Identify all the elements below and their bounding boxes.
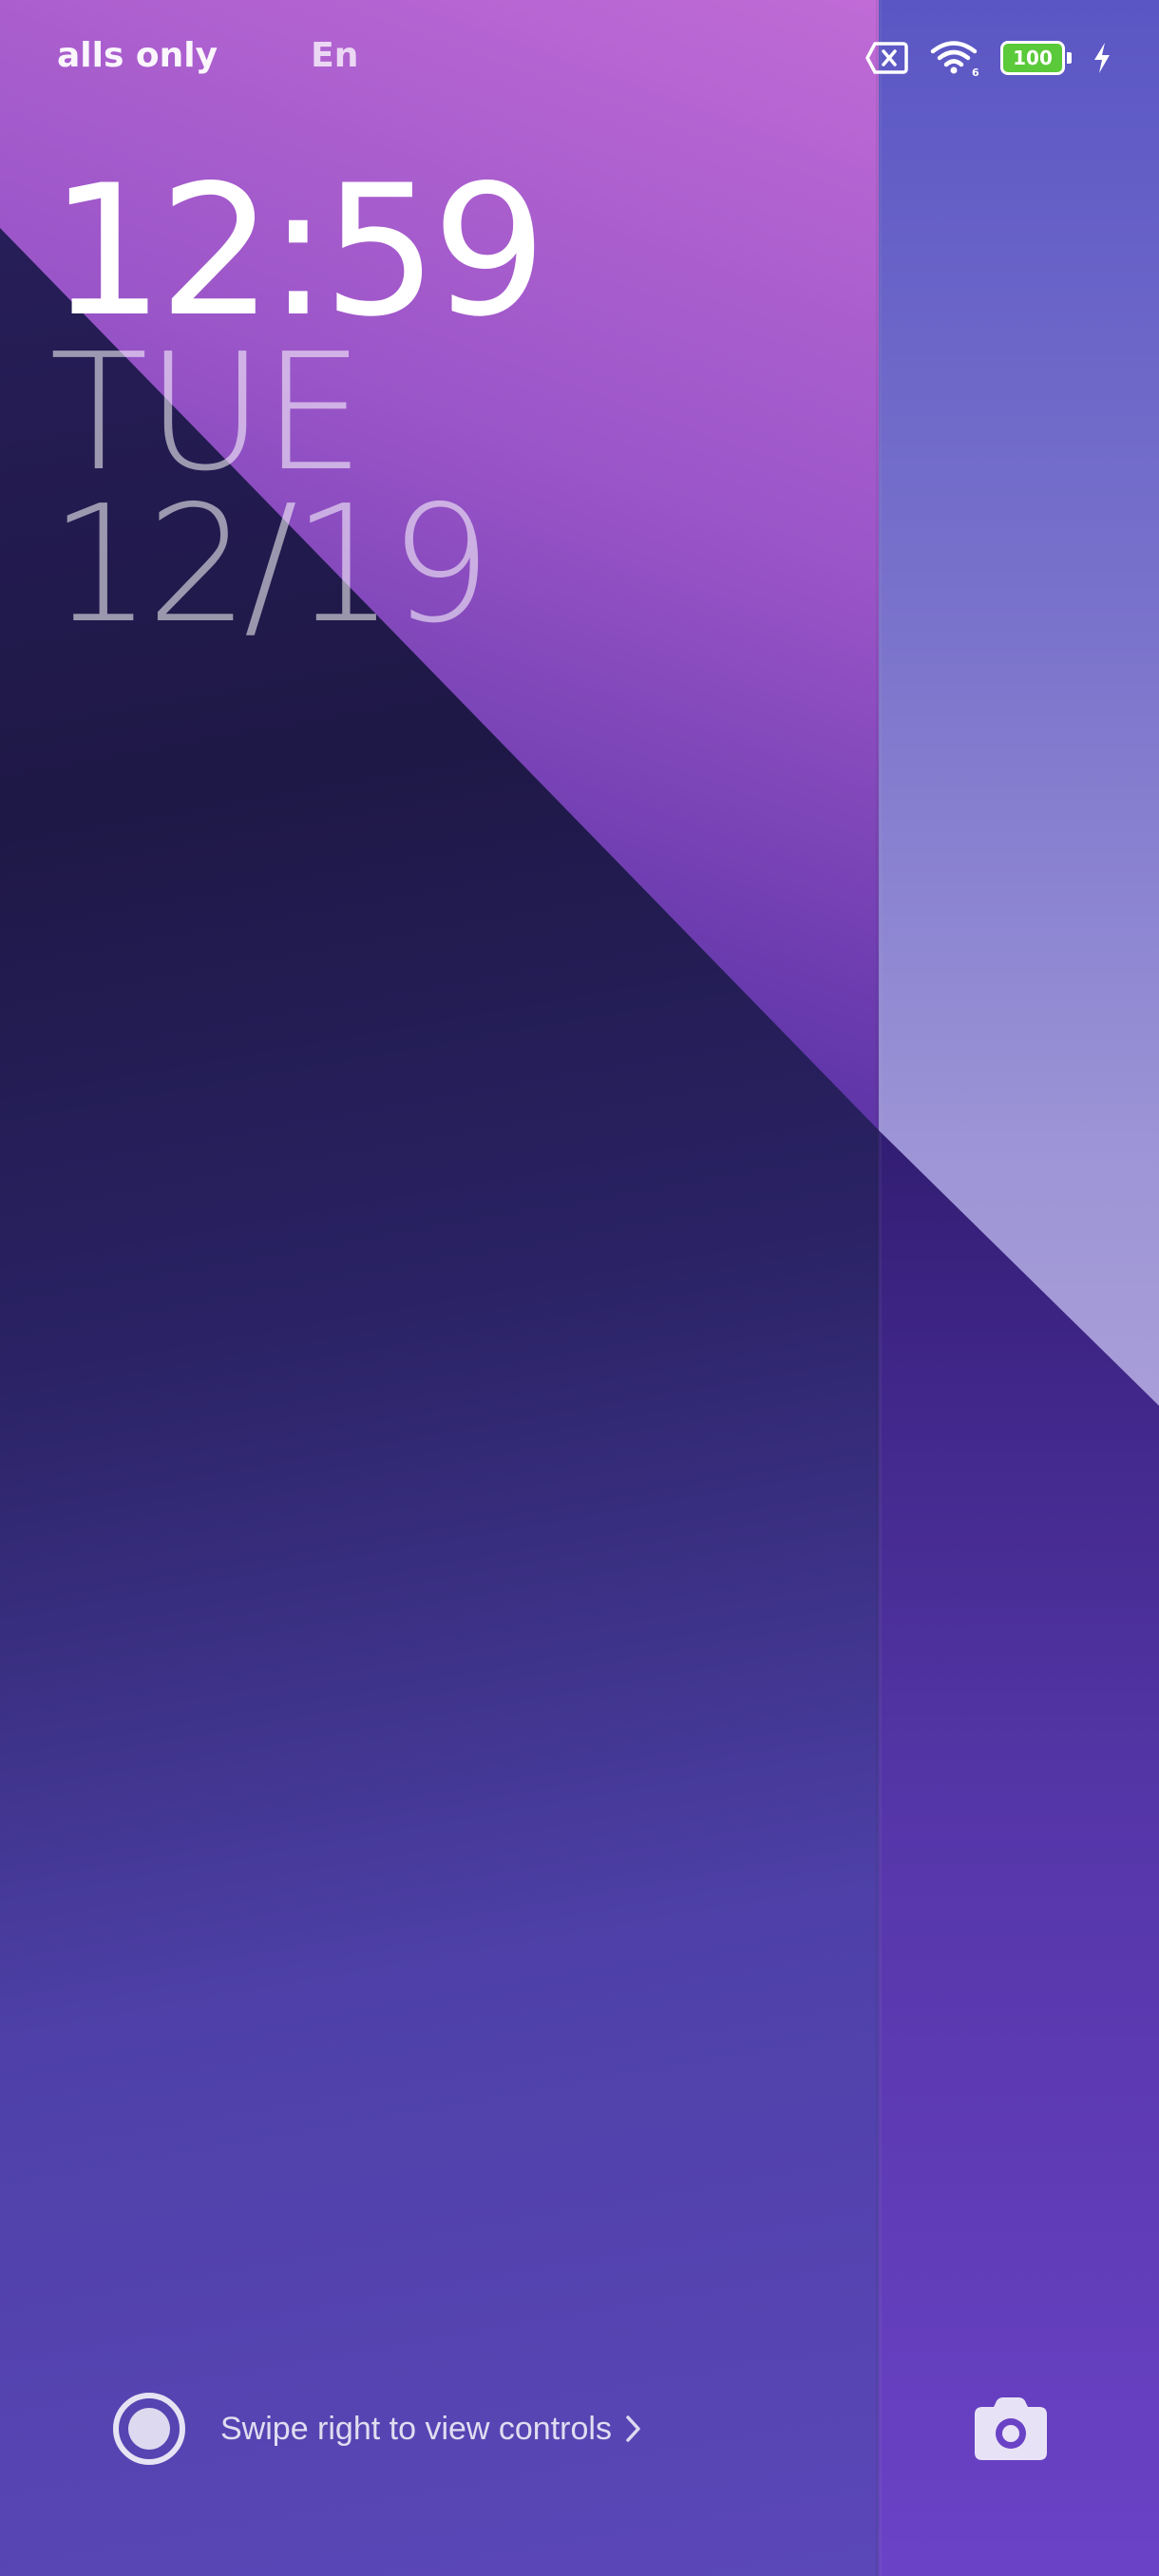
- camera-icon[interactable]: [973, 2396, 1049, 2462]
- wifi-icon: 6: [930, 41, 979, 77]
- status-ticker-text-1: alls only: [57, 36, 218, 75]
- controls-hint[interactable]: Swipe right to view controls: [112, 2392, 642, 2466]
- status-ticker: alls only En: [57, 36, 358, 84]
- clock-time: 12:59: [49, 146, 547, 356]
- status-ticker-text-2: En: [311, 36, 359, 75]
- controls-ring-icon[interactable]: [112, 2392, 186, 2466]
- clock-day: TUE: [49, 319, 365, 507]
- battery-icon: 100: [1000, 41, 1072, 75]
- wallpaper-divider: [876, 0, 882, 2576]
- lock-screen: alls only En 6 100 12:59 TUE 12/19 Swipe…: [0, 0, 1159, 2576]
- charging-bolt-icon: [1094, 43, 1110, 73]
- controls-hint-text: Swipe right to view controls: [220, 2410, 612, 2447]
- chevron-right-icon: [626, 2415, 640, 2442]
- battery-level: 100: [1000, 41, 1065, 75]
- clock-date: 12/19: [49, 471, 492, 659]
- battery-cap: [1067, 52, 1072, 64]
- status-icons: 6 100: [865, 34, 1112, 82]
- lock-clock: 12:59 TUE 12/19: [49, 146, 547, 659]
- svg-text:6: 6: [972, 66, 979, 77]
- no-sim-icon: [865, 42, 908, 74]
